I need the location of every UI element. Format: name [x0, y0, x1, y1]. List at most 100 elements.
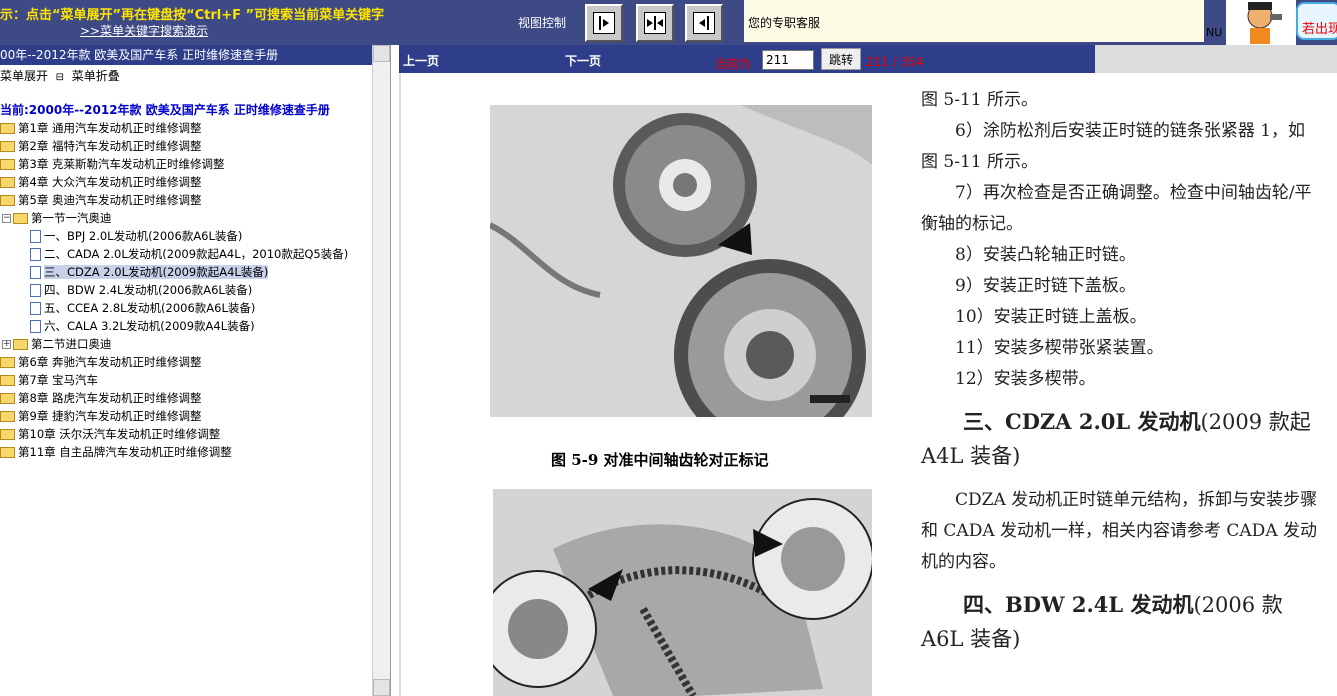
tree-item-chapter-5[interactable]: 第5章 奥迪汽车发动机正时维修调整	[0, 191, 372, 209]
tree-item-section-faw-audi[interactable]: − 第一节一汽奥迪	[0, 209, 372, 227]
tree-item-label: 第9章 捷豹汽车发动机正时维修调整	[18, 409, 202, 423]
document-icon	[30, 248, 41, 261]
tree-item-label: 五、CCEA 2.8L发动机(2006款A6L装备)	[44, 301, 256, 315]
document-icon	[30, 230, 41, 243]
search-demo-link[interactable]: >>菜单关键字搜索演示	[80, 22, 208, 39]
contact-button[interactable]: 若出现	[1296, 2, 1337, 40]
next-page-link[interactable]: 下一页	[565, 52, 601, 69]
figure-caption: 图 5-9 对准中间轴齿轮对正标记	[551, 451, 769, 469]
jump-button[interactable]: 跳转	[821, 48, 861, 70]
page-number-input[interactable]	[762, 50, 814, 70]
tree-item-label: 第10章 沃尔沃汽车发动机正时维修调整	[18, 427, 221, 441]
menu-collapse-button[interactable]: 菜单折叠	[72, 69, 120, 83]
tree-item-label: 一、BPJ 2.0L发动机(2006款A6L装备)	[44, 229, 243, 243]
folder-open-icon	[13, 213, 28, 224]
tree-item-bpj[interactable]: 一、BPJ 2.0L发动机(2006款A6L装备)	[0, 227, 372, 245]
folder-icon	[0, 123, 15, 134]
folder-icon	[0, 411, 15, 422]
figure-5-10-image	[493, 489, 872, 696]
current-page-label: 当前为	[715, 57, 752, 71]
tree-item-label: 二、CADA 2.0L发动机(2009款起A4L，2010款起Q5装备)	[44, 247, 349, 261]
view-right-button[interactable]	[585, 4, 623, 42]
menu-expand-label: 菜单展开	[0, 69, 49, 83]
tree-item-cada[interactable]: 二、CADA 2.0L发动机(2009款起A4L，2010款起Q5装备)	[0, 245, 372, 263]
folder-icon	[0, 159, 15, 170]
mascot-logo-icon	[1226, 0, 1296, 45]
paragraph: 9）安装正时链下盖板。	[955, 276, 1136, 296]
tree-item-label: 第5章 奥迪汽车发动机正时维修调整	[18, 193, 202, 207]
document-icon	[30, 302, 41, 315]
view-left-button[interactable]	[685, 4, 723, 42]
menu-scrollbar[interactable]	[372, 45, 390, 696]
menu-expand-button[interactable]: 菜单展开	[0, 69, 48, 83]
tree-item-label: 第7章 宝马汽车	[18, 373, 98, 387]
scroll-down-icon[interactable]	[373, 679, 390, 696]
paragraph: 6）涂防松剂后安装正时链的链条张紧器 1，如图 5-11 所示。	[921, 121, 1306, 172]
search-tip: 示：点击“菜单展开”再在键盘按“Ctrl+F ”可搜索当前菜单关键字	[0, 8, 385, 23]
customer-service-panel: 您的专职客服	[744, 0, 1204, 42]
contact-button-label: 若出现	[1302, 22, 1337, 37]
tree-item-chapter-3[interactable]: 第3章 克莱斯勒汽车发动机正时维修调整	[0, 155, 372, 173]
page-count: 211 / 354	[866, 55, 924, 69]
paragraph: CDZA 发动机正时链单元结构，拆卸与安装步骤和 CADA 发动机一样，相关内容…	[921, 490, 1318, 572]
tree-item-chapter-6[interactable]: 第6章 奔驰汽车发动机正时维修调整	[0, 353, 372, 371]
menu-tree: 当前:2000年--2012年款 欧美及国产车系 正时维修速查手册 第1章 通用…	[0, 101, 372, 461]
arrows-both-icon	[644, 12, 666, 34]
paragraph: 图 5-11 所示。	[921, 90, 1038, 110]
view-both-button[interactable]	[636, 4, 674, 42]
tree-item-cdza[interactable]: 三、CDZA 2.0L发动机(2009款起A4L装备)	[0, 263, 372, 281]
prev-page-link[interactable]: 上一页	[403, 52, 439, 69]
heading-bold: 四、BDW 2.4L 发动机	[963, 592, 1194, 617]
tree-item-label: 第3章 克莱斯勒汽车发动机正时维修调整	[18, 157, 225, 171]
menu-panel: 00年--2012年款 欧美及国产车系 正时维修速查手册 菜单展开 ⊟ 菜单折叠…	[0, 45, 391, 696]
tree-item-chapter-1[interactable]: 第1章 通用汽车发动机正时维修调整	[0, 119, 372, 137]
menu-controls: 菜单展开 ⊟ 菜单折叠	[0, 67, 120, 85]
tree-item-label: 第二节进口奥迪	[31, 337, 112, 351]
tree-item-chapter-10[interactable]: 第10章 沃尔沃汽车发动机正时维修调整	[0, 425, 372, 443]
tree-item-chapter-8[interactable]: 第8章 路虎汽车发动机正时维修调整	[0, 389, 372, 407]
document-icon	[30, 284, 41, 297]
menu-collapse-label: 菜单折叠	[71, 69, 120, 83]
document-icon	[30, 266, 41, 279]
tree-item-label: 第6章 奔驰汽车发动机正时维修调整	[18, 355, 202, 369]
tree-item-bdw[interactable]: 四、BDW 2.4L发动机(2006款A6L装备)	[0, 281, 372, 299]
paragraph: 10）安装正时链上盖板。	[955, 307, 1147, 327]
tree-item-section-import-audi[interactable]: + 第二节进口奥迪	[0, 335, 372, 353]
tree-item-label: 第2章 福特汽车发动机正时维修调整	[18, 139, 202, 153]
tree-item-label: 第11章 自主品牌汽车发动机正时维修调整	[18, 445, 232, 459]
tree-item-chapter-4[interactable]: 第4章 大众汽车发动机正时维修调整	[0, 173, 372, 191]
nu-text: NU	[1206, 26, 1223, 39]
tree-item-ccea[interactable]: 五、CCEA 2.8L发动机(2006款A6L装备)	[0, 299, 372, 317]
folder-icon	[0, 177, 15, 188]
figure-5-9-image	[490, 105, 872, 417]
page-navbar: 上一页 下一页 当前为 跳转 211 / 354	[399, 45, 1095, 73]
folder-icon	[0, 357, 15, 368]
folder-icon	[0, 429, 15, 440]
tree-item-label: 第4章 大众汽车发动机正时维修调整	[18, 175, 202, 189]
paragraph: 11）安装多楔带张紧装置。	[955, 338, 1164, 358]
arrow-right-icon	[593, 12, 615, 34]
folder-icon	[0, 393, 15, 404]
collapse-icon: ⊟	[55, 72, 65, 83]
tree-item-chapter-2[interactable]: 第2章 福特汽车发动机正时维修调整	[0, 137, 372, 155]
heading-bold: 三、CDZA 2.0L 发动机	[963, 409, 1201, 434]
tree-item-cala[interactable]: 六、CALA 3.2L发动机(2009款A4L装备)	[0, 317, 372, 335]
tree-item-chapter-7[interactable]: 第7章 宝马汽车	[0, 371, 372, 389]
scroll-up-icon[interactable]	[373, 45, 390, 62]
tree-item-label: 第一节一汽奥迪	[31, 211, 112, 225]
top-banner: 示：点击“菜单展开”再在键盘按“Ctrl+F ”可搜索当前菜单关键字 >>菜单关…	[0, 0, 1337, 45]
arrow-left-icon	[693, 12, 715, 34]
folder-icon	[0, 141, 15, 152]
navbar-filler	[1095, 45, 1337, 73]
expand-toggle-icon[interactable]: +	[2, 340, 11, 349]
paragraph: 12）安装多楔带。	[955, 369, 1096, 389]
tree-item-chapter-9[interactable]: 第9章 捷豹汽车发动机正时维修调整	[0, 407, 372, 425]
folder-icon	[0, 447, 15, 458]
section-heading-cdza: 三、CDZA 2.0L 发动机(2009 款起 A4L 装备)	[921, 405, 1321, 473]
tree-item-label: 第8章 路虎汽车发动机正时维修调整	[18, 391, 202, 405]
paragraph: 8）安装凸轮轴正时链。	[955, 245, 1136, 265]
collapse-toggle-icon[interactable]: −	[2, 214, 11, 223]
tree-item-chapter-11[interactable]: 第11章 自主品牌汽车发动机正时维修调整	[0, 443, 372, 461]
document-reader: 上一页 下一页 当前为 跳转 211 / 354	[399, 45, 1337, 696]
customer-service-text: 您的专职客服	[748, 16, 821, 30]
